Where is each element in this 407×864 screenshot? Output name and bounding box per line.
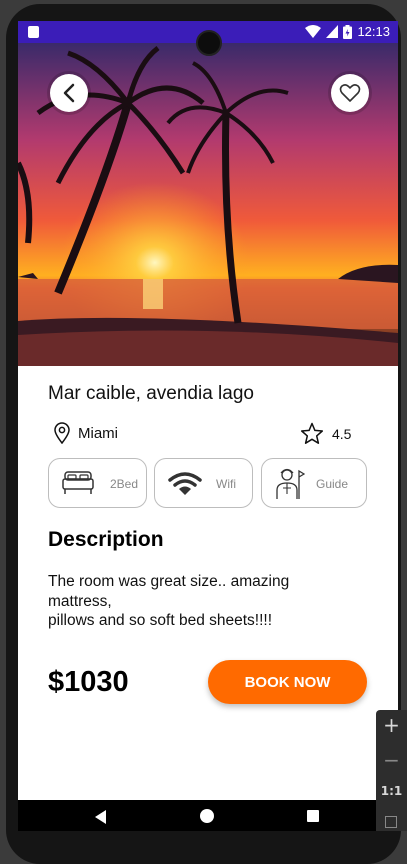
- wifi-icon: [168, 472, 202, 495]
- description-text: The room was great size.. amazing mattre…: [48, 573, 290, 629]
- emulator-toolbar: + − 1:1: [376, 710, 407, 831]
- amenity-guide-label: Guide: [316, 477, 349, 491]
- nav-home-icon[interactable]: [200, 809, 214, 823]
- app-screen: 12:13 Mar caible, avendia lago Miami 4.5…: [18, 21, 398, 800]
- rating: 4.5: [300, 422, 351, 445]
- heart-icon: [339, 84, 361, 102]
- book-now-button[interactable]: BOOK NOW: [208, 660, 367, 704]
- zoom-in-button[interactable]: +: [376, 713, 407, 737]
- amenity-guide: Guide: [261, 458, 367, 508]
- sd-card-icon: [28, 26, 39, 38]
- location-pin-icon: [54, 422, 70, 444]
- listing-title: Mar caible, avendia lago: [48, 383, 254, 404]
- price: $1030: [48, 666, 129, 698]
- rating-value: 4.5: [332, 425, 352, 442]
- amenity-bed: 2Bed: [48, 458, 147, 508]
- zoom-out-button[interactable]: −: [376, 748, 407, 772]
- chevron-left-icon: [63, 83, 75, 103]
- front-camera: [196, 30, 222, 56]
- wifi-status-icon: [305, 25, 322, 38]
- location: Miami: [54, 422, 118, 444]
- status-icons: 12:13: [305, 24, 390, 39]
- amenity-bed-label: 2Bed: [110, 477, 139, 491]
- nav-bar: [18, 800, 398, 831]
- bed-icon: [62, 471, 94, 494]
- actual-size-button[interactable]: 1:1: [376, 784, 407, 798]
- star-icon: [300, 422, 324, 444]
- fit-screen-icon[interactable]: [385, 816, 397, 828]
- signal-icon: [326, 25, 339, 38]
- battery-icon: [343, 24, 353, 39]
- amenity-wifi-label: Wifi: [216, 477, 236, 491]
- status-time: 12:13: [357, 24, 390, 39]
- guide-icon: [276, 468, 305, 499]
- nav-recents-icon[interactable]: [307, 810, 319, 822]
- description-heading: Description: [48, 528, 164, 551]
- nav-back-icon[interactable]: [95, 810, 106, 824]
- amenity-wifi: Wifi: [154, 458, 253, 508]
- favorite-button[interactable]: [331, 74, 369, 112]
- back-button[interactable]: [50, 74, 88, 112]
- location-text: Miami: [78, 424, 118, 442]
